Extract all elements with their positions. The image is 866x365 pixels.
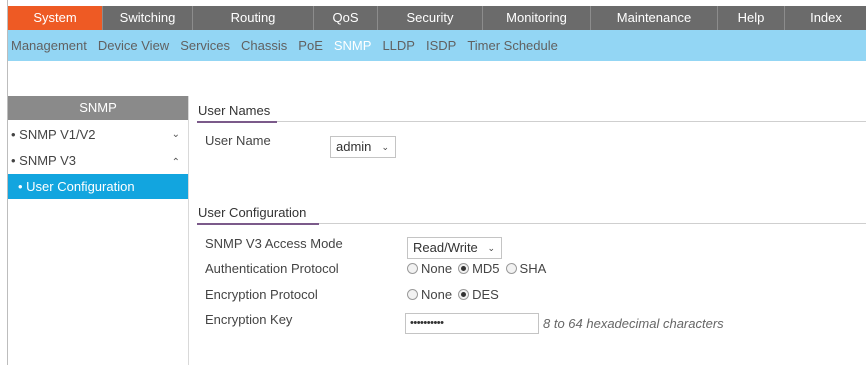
chevron-down-icon: ⌄ [487, 243, 495, 253]
sidebar-item-label: • User Configuration [18, 179, 135, 194]
chevron-up-icon: ⌃ [171, 157, 180, 168]
chevron-down-icon: ⌄ [381, 142, 389, 152]
access-mode-label: SNMP V3 Access Mode [205, 236, 343, 251]
user-names-title: User Names [198, 103, 271, 118]
user-configuration-underline [197, 223, 319, 225]
auth-sha-radio[interactable] [505, 263, 517, 274]
user-name-value: admin [336, 139, 372, 154]
access-mode-value: Read/Write [413, 240, 478, 255]
main-frame: System Switching Routing QoS Security Mo… [7, 0, 866, 365]
auth-md5-label: MD5 [472, 261, 500, 276]
tab-maintenance[interactable]: Maintenance [591, 6, 718, 30]
tab-help[interactable]: Help [718, 6, 785, 30]
auth-sha-label: SHA [519, 261, 547, 276]
subnav-device-view[interactable]: Device View [98, 38, 169, 53]
subnav-poe[interactable]: PoE [298, 38, 323, 53]
subnav-isdp[interactable]: ISDP [426, 38, 456, 53]
sidebar-item-snmp-v1v2[interactable]: • SNMP V1/V2 ⌄ [8, 122, 188, 148]
auth-none-label: None [421, 261, 453, 276]
subnav-snmp[interactable]: SNMP [334, 38, 372, 53]
subnav-lldp[interactable]: LLDP [382, 38, 415, 53]
subnav-management[interactable]: Management [11, 38, 87, 53]
encryption-none-radio[interactable] [407, 289, 418, 300]
user-configuration-title: User Configuration [198, 205, 307, 220]
top-navigation: System Switching Routing QoS Security Mo… [8, 6, 866, 30]
user-name-select[interactable]: admin ⌄ [330, 136, 396, 158]
encryption-key-input[interactable]: •••••••••• [405, 313, 539, 334]
sidebar-item-label: • SNMP V1/V2 [11, 127, 96, 142]
subnav-chassis[interactable]: Chassis [241, 38, 287, 53]
sidebar-header: SNMP [8, 96, 188, 120]
chevron-down-icon: ⌄ [171, 129, 180, 140]
subnav-timer-schedule[interactable]: Timer Schedule [467, 38, 558, 53]
user-name-label: User Name [205, 133, 271, 148]
subnav-services[interactable]: Services [180, 38, 230, 53]
section-divider [277, 121, 866, 122]
section-divider [319, 223, 866, 224]
encryption-key-hint: 8 to 64 hexadecimal characters [543, 316, 724, 331]
tab-security[interactable]: Security [378, 6, 483, 30]
tab-system[interactable]: System [8, 6, 103, 30]
sidebar-item-user-configuration[interactable]: • User Configuration [8, 174, 188, 199]
tab-routing[interactable]: Routing [193, 6, 314, 30]
sidebar: SNMP • SNMP V1/V2 ⌄ • SNMP V3 ⌃ • User C… [8, 96, 189, 365]
encryption-des-radio[interactable] [458, 289, 470, 300]
auth-none-radio[interactable] [407, 263, 418, 274]
auth-protocol-label: Authentication Protocol [205, 261, 339, 276]
encryption-none-label: None [421, 287, 453, 302]
user-names-underline [197, 121, 277, 123]
sidebar-item-snmp-v3[interactable]: • SNMP V3 ⌃ [8, 148, 188, 174]
encryption-protocol-label: Encryption Protocol [205, 287, 318, 302]
encryption-protocol-radio-group: None DES [407, 287, 505, 302]
tab-index[interactable]: Index [785, 6, 866, 30]
auth-protocol-radio-group: None MD5 SHA [407, 261, 552, 276]
encryption-des-label: DES [472, 287, 499, 302]
access-mode-select[interactable]: Read/Write ⌄ [407, 237, 502, 259]
sub-navigation: Management Device View Services Chassis … [8, 30, 866, 61]
tab-switching[interactable]: Switching [103, 6, 193, 30]
encryption-key-label: Encryption Key [205, 312, 293, 327]
auth-md5-radio[interactable] [458, 263, 470, 274]
sidebar-item-label: • SNMP V3 [11, 153, 76, 168]
tab-qos[interactable]: QoS [314, 6, 378, 30]
tab-monitoring[interactable]: Monitoring [483, 6, 591, 30]
